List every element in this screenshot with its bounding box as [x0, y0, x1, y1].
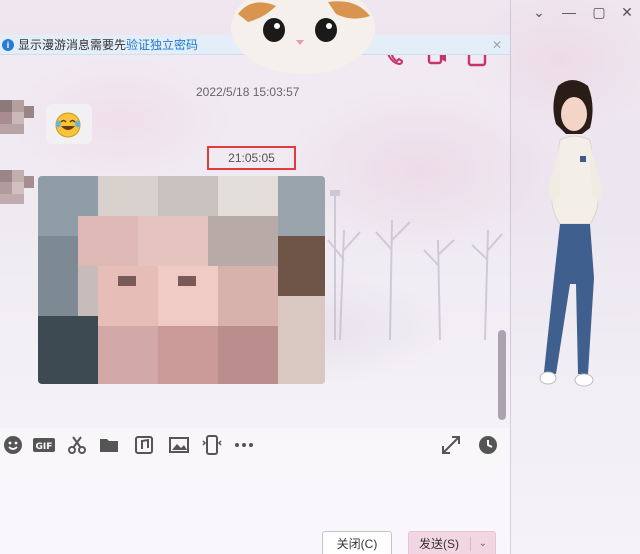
sender-avatar[interactable] [0, 170, 34, 204]
notice-close-icon[interactable]: ✕ [492, 35, 502, 55]
send-options-chevron-icon[interactable]: ⌄ [479, 532, 487, 554]
scissors-icon[interactable] [66, 434, 88, 456]
screen-share-icon[interactable] [201, 434, 223, 456]
chat-scrollbar[interactable] [498, 330, 506, 420]
message-timestamp: 2022/5/18 15:03:57 [196, 85, 300, 99]
close-button[interactable]: 关闭(C) [322, 531, 392, 554]
music-icon[interactable] [133, 434, 155, 456]
image-icon[interactable] [168, 434, 190, 456]
sender-avatar[interactable] [0, 100, 34, 134]
contact-avatar-cat[interactable] [228, 0, 378, 76]
history-clock-icon[interactable] [477, 434, 499, 456]
minimize-icon[interactable]: — [560, 3, 578, 21]
verify-password-link[interactable]: 验证独立密码 [126, 38, 198, 52]
send-button-separator [470, 537, 471, 551]
info-icon: i [2, 39, 14, 51]
notice-text: 显示漫游消息需要先验证独立密码 [18, 38, 199, 52]
panel-divider [510, 0, 511, 554]
maximize-icon[interactable]: ▢ [590, 3, 608, 21]
send-button-label: 发送(S) [419, 537, 459, 551]
emoji-icon[interactable] [2, 434, 24, 456]
folder-icon[interactable] [98, 434, 120, 456]
emoji-message-bubble[interactable] [46, 104, 92, 144]
send-button[interactable]: 发送(S) ⌄ [408, 531, 496, 554]
chevron-down-icon[interactable]: ⌄ [530, 3, 548, 21]
close-icon[interactable]: ✕ [618, 3, 636, 21]
show-character-figure[interactable] [530, 78, 620, 408]
more-dots-icon[interactable] [233, 434, 255, 456]
pixelated-photo-message[interactable] [38, 176, 325, 384]
laughing-crying-emoji-icon [55, 112, 81, 138]
highlighted-timestamp: 21:05:05 [207, 146, 296, 170]
gif-label: GIF [36, 442, 53, 452]
gif-icon[interactable]: GIF [32, 434, 56, 456]
expand-icon[interactable] [440, 434, 462, 456]
